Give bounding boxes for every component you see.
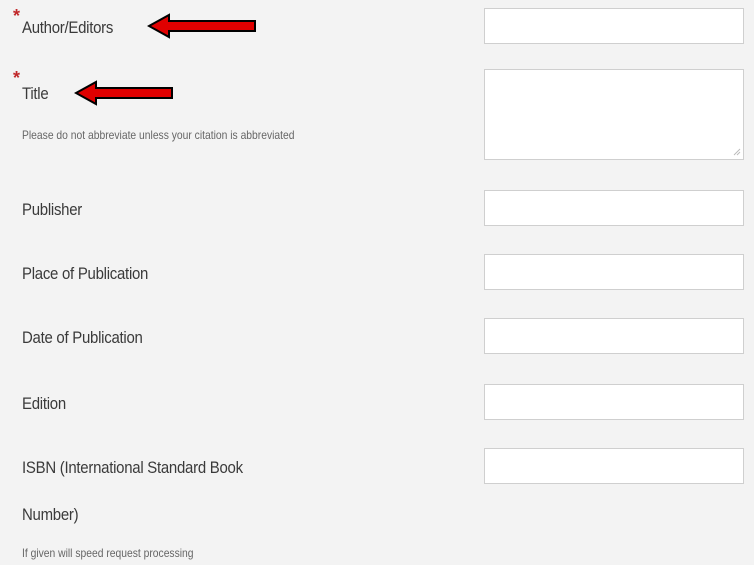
isbn-label-line-1: ISBN (International Standard Book <box>22 458 243 477</box>
isbn-field-row: ISBN (International Standard Book Number… <box>0 444 754 565</box>
date-of-publication-label: Date of Publication <box>22 328 143 347</box>
title-label: Title <box>22 84 49 103</box>
place-of-publication-input[interactable] <box>484 254 744 290</box>
publisher-label: Publisher <box>22 200 83 219</box>
red-left-arrow-icon <box>74 80 173 106</box>
required-asterisk: * <box>13 6 21 26</box>
place-of-publication-field-row: Place of Publication <box>0 250 754 300</box>
resize-grip-icon[interactable] <box>733 148 741 156</box>
title-field-row: * Title Please do not abbreviate unless … <box>0 62 754 172</box>
red-left-arrow-icon <box>147 13 256 39</box>
isbn-input[interactable] <box>484 448 744 484</box>
required-asterisk: * <box>13 68 21 88</box>
author-editors-input[interactable] <box>484 8 744 44</box>
edition-label: Edition <box>22 394 66 413</box>
publisher-field-row: Publisher <box>0 186 754 236</box>
title-hint: Please do not abbreviate unless your cit… <box>22 128 295 142</box>
author-field-row: * Author/Editors <box>0 0 754 60</box>
edition-field-row: Edition <box>0 380 754 430</box>
date-of-publication-field-row: Date of Publication <box>0 314 754 364</box>
title-textarea[interactable] <box>484 69 744 160</box>
isbn-hint: If given will speed request processing <box>22 546 194 560</box>
place-of-publication-label: Place of Publication <box>22 264 149 283</box>
edition-input[interactable] <box>484 384 744 420</box>
request-form: { "form": { "fields": { "author": { "req… <box>0 0 754 565</box>
isbn-label-line-2: Number) <box>22 505 79 524</box>
date-of-publication-input[interactable] <box>484 318 744 354</box>
author-editors-label: Author/Editors <box>22 18 114 37</box>
publisher-input[interactable] <box>484 190 744 226</box>
